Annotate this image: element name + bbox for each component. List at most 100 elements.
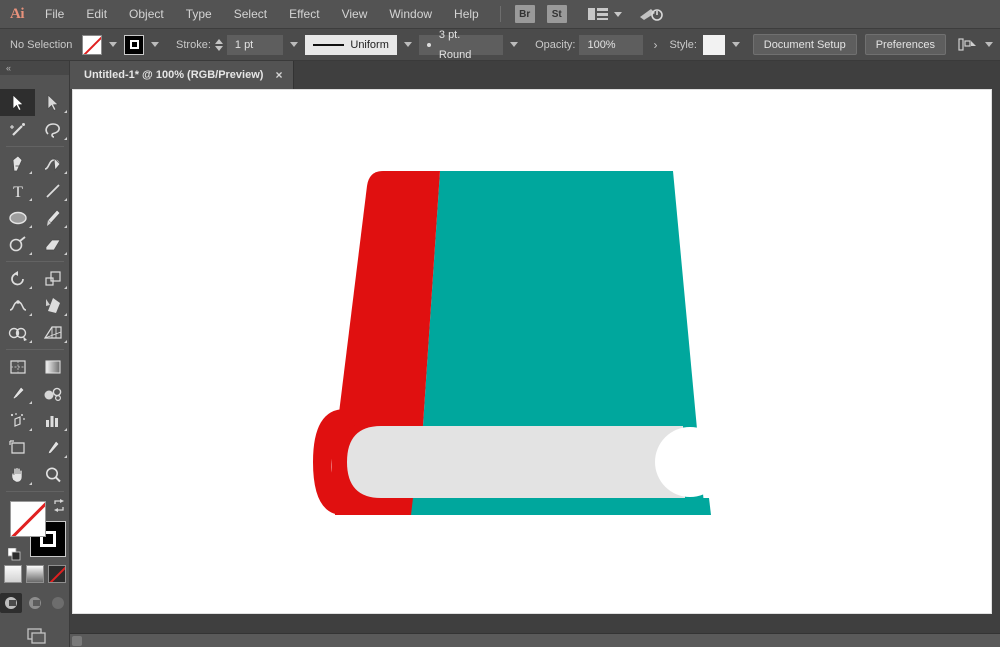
graphic-style-swatch[interactable]	[702, 34, 725, 55]
tool-group-indicator-icon	[64, 455, 67, 458]
book-bottom-strip	[411, 498, 711, 515]
brush-definition-chevron-icon[interactable]	[510, 42, 519, 47]
document-setup-button[interactable]: Document Setup	[752, 34, 857, 55]
fill-color-swatch[interactable]	[10, 501, 46, 537]
book-illustration[interactable]	[73, 90, 993, 615]
width-tool[interactable]	[0, 292, 35, 319]
color-mode-buttons	[0, 565, 69, 583]
artboard-tool[interactable]	[0, 434, 35, 461]
none-mode-button[interactable]	[47, 565, 66, 583]
symbol-sprayer-tool[interactable]	[0, 407, 35, 434]
tool-group-indicator-icon	[29, 482, 32, 485]
document-tab-bar: Untitled-1* @ 100% (RGB/Preview) ×	[70, 61, 1000, 89]
menu-item-view[interactable]: View	[331, 0, 379, 29]
tools-panel-drag-handle[interactable]	[0, 75, 69, 87]
brush-definition-select[interactable]: 3 pt. Round	[418, 29, 504, 61]
pen-tool[interactable]	[0, 150, 35, 177]
menu-item-edit[interactable]: Edit	[75, 0, 118, 29]
menu-item-select[interactable]: Select	[223, 0, 278, 29]
fill-stroke-indicator	[0, 499, 70, 561]
fullscreen-menubar-mode-button[interactable]	[24, 593, 46, 613]
free-transform-tool[interactable]	[35, 292, 70, 319]
curvature-tool[interactable]	[35, 150, 70, 177]
stroke-label: Stroke:	[176, 38, 211, 51]
preferences-button[interactable]: Preferences	[864, 34, 946, 55]
stroke-weight-chevron-icon[interactable]	[289, 42, 298, 47]
opacity-label: Opacity:	[535, 38, 576, 51]
vertical-scrollbar[interactable]	[992, 89, 1000, 633]
tool-group-indicator-icon	[29, 340, 32, 343]
gradient-tool[interactable]	[35, 353, 70, 380]
scale-tool[interactable]	[35, 265, 70, 292]
stroke-weight-input[interactable]: 1 pt	[226, 34, 283, 55]
tool-group-indicator-icon	[64, 225, 67, 228]
shaper-tool[interactable]	[0, 231, 35, 258]
swap-fill-stroke-icon[interactable]	[52, 499, 66, 513]
close-icon[interactable]: ×	[275, 69, 282, 81]
perspective-grid-tool[interactable]	[35, 319, 70, 346]
align-to-artboard-icon[interactable]	[958, 37, 978, 53]
direct-selection-tool[interactable]	[35, 89, 70, 116]
hand-tool[interactable]	[0, 461, 35, 488]
stroke-profile-chevron-icon[interactable]	[403, 42, 412, 47]
artboard[interactable]	[72, 89, 992, 614]
fill-dropdown-chevron-icon[interactable]	[109, 42, 118, 47]
workspace-switcher[interactable]	[579, 6, 622, 22]
rotate-tool[interactable]	[0, 265, 35, 292]
bridge-button[interactable]: Br	[514, 5, 535, 23]
tool-group-indicator-icon	[29, 198, 32, 201]
menu-item-effect[interactable]: Effect	[278, 0, 330, 29]
menu-item-window[interactable]: Window	[378, 0, 443, 29]
selection-tool[interactable]	[0, 89, 35, 116]
tool-group-indicator-icon	[64, 252, 67, 255]
double-chevron-left-icon: «	[6, 63, 11, 73]
slice-tool[interactable]	[35, 434, 70, 461]
tool-divider	[6, 146, 64, 147]
horizontal-scrollbar[interactable]	[70, 633, 1000, 647]
change-screen-mode-icon[interactable]	[0, 625, 69, 647]
tool-grid: T	[0, 87, 70, 495]
gradient-mode-button[interactable]	[25, 565, 44, 583]
normal-screen-mode-button[interactable]	[0, 593, 22, 613]
lasso-tool[interactable]	[35, 116, 70, 143]
paintbrush-tool[interactable]	[35, 204, 70, 231]
color-mode-button[interactable]	[3, 565, 22, 583]
opacity-input[interactable]: 100%	[579, 34, 644, 55]
search-help-icon[interactable]	[638, 4, 664, 24]
tool-group-indicator-icon	[64, 313, 67, 316]
zoom-tool[interactable]	[35, 461, 70, 488]
book-page-notch	[655, 427, 725, 497]
document-tab[interactable]: Untitled-1* @ 100% (RGB/Preview) ×	[70, 61, 295, 89]
type-tool[interactable]: T	[0, 177, 35, 204]
shape-builder-tool[interactable]	[0, 319, 35, 346]
fill-swatch-button[interactable]	[82, 34, 103, 55]
column-graph-tool[interactable]	[35, 407, 70, 434]
stroke-profile-select[interactable]: Uniform	[304, 34, 397, 55]
eyedropper-tool[interactable]	[0, 380, 35, 407]
ellipse-tool[interactable]	[0, 204, 35, 231]
stroke-weight-stepper[interactable]	[214, 38, 223, 51]
menu-item-file[interactable]: File	[34, 0, 75, 29]
opacity-more-options[interactable]: ›	[643, 38, 667, 52]
menu-item-type[interactable]: Type	[175, 0, 223, 29]
workspace-switcher-icon	[587, 6, 609, 22]
tools-panel-collapse-button[interactable]: «	[0, 61, 69, 75]
line-segment-tool[interactable]	[35, 177, 70, 204]
app-logo-icon: Ai	[10, 5, 25, 22]
canvas-area[interactable]	[70, 89, 1000, 647]
mesh-tool[interactable]	[0, 353, 35, 380]
menu-item-object[interactable]: Object	[118, 0, 175, 29]
stroke-swatch-button[interactable]	[124, 34, 145, 55]
tool-group-indicator-icon	[64, 340, 67, 343]
tool-group-indicator-icon	[29, 313, 32, 316]
blend-tool[interactable]	[35, 380, 70, 407]
stock-button[interactable]: St	[546, 5, 567, 23]
fullscreen-mode-button[interactable]	[47, 593, 69, 613]
default-fill-stroke-icon[interactable]	[7, 547, 21, 561]
align-chevron-icon[interactable]	[985, 42, 993, 47]
stroke-dropdown-chevron-icon[interactable]	[151, 42, 160, 47]
style-chevron-icon[interactable]	[731, 42, 740, 47]
eraser-tool[interactable]	[35, 231, 70, 258]
tool-group-indicator-icon	[64, 110, 67, 113]
magic-wand-tool[interactable]	[0, 116, 35, 143]
